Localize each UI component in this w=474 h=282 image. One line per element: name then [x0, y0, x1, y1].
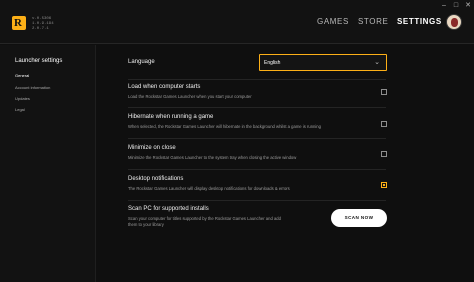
language-value: English	[264, 60, 281, 66]
load-on-start-desc: Load the Rockstar Games Launcher when yo…	[128, 94, 252, 99]
minimize-checkbox[interactable]	[381, 151, 387, 157]
language-select[interactable]: English ⌄	[259, 54, 387, 71]
sidebar-item-legal[interactable]: Legal	[15, 107, 25, 112]
sidebar-item-updates[interactable]: Updates	[15, 96, 30, 101]
divider	[128, 169, 386, 170]
settings-panel: Language English ⌄ Load when computer st…	[97, 45, 474, 282]
nav-games[interactable]: GAMES	[317, 17, 349, 26]
chevron-down-icon: ⌄	[374, 59, 380, 66]
divider	[128, 200, 386, 201]
user-avatar[interactable]	[446, 14, 462, 30]
language-label: Language	[128, 59, 155, 65]
minimize-label: Minimize on close	[128, 145, 176, 151]
nav-store[interactable]: STORE	[358, 17, 388, 26]
sidebar-item-account-information[interactable]: Account information	[15, 85, 50, 90]
hibernate-label: Hibernate when running a game	[128, 114, 214, 120]
version-line: 2.0.7.1	[32, 27, 49, 31]
divider	[128, 138, 386, 139]
minimize-icon[interactable]: –	[438, 0, 450, 12]
notifications-label: Desktop notifications	[128, 176, 184, 182]
notifications-desc: The Rockstar Games Launcher will display…	[128, 186, 290, 191]
hibernate-checkbox[interactable]	[381, 121, 387, 127]
divider	[128, 107, 386, 108]
hibernate-desc: When selected, the Rockstar Games Launch…	[128, 124, 321, 129]
load-on-start-label: Load when computer starts	[128, 84, 201, 90]
sidebar-title: Launcher settings	[15, 58, 63, 64]
nav-settings[interactable]: SETTINGS	[397, 17, 442, 26]
settings-sidebar: Launcher settings General Account inform…	[0, 45, 96, 282]
minimize-desc: Minimize the Rockstar Games Launcher to …	[128, 155, 297, 160]
scan-label: Scan PC for supported installs	[128, 206, 209, 212]
scan-now-button[interactable]: SCAN NOW	[331, 209, 387, 227]
version-info: v.0.5306 1.0.9.194 2.0.7.1	[32, 17, 54, 32]
sidebar-item-general[interactable]: General	[15, 73, 29, 78]
close-icon[interactable]: ✕	[462, 0, 474, 12]
maximize-icon[interactable]: □	[450, 0, 462, 12]
load-on-start-checkbox[interactable]	[381, 89, 387, 95]
divider	[128, 79, 386, 80]
rockstar-logo[interactable]: R	[12, 16, 26, 30]
scan-desc: them to your library	[128, 222, 164, 227]
window-controls: – □ ✕	[0, 0, 474, 14]
notifications-checkbox[interactable]	[381, 182, 387, 188]
